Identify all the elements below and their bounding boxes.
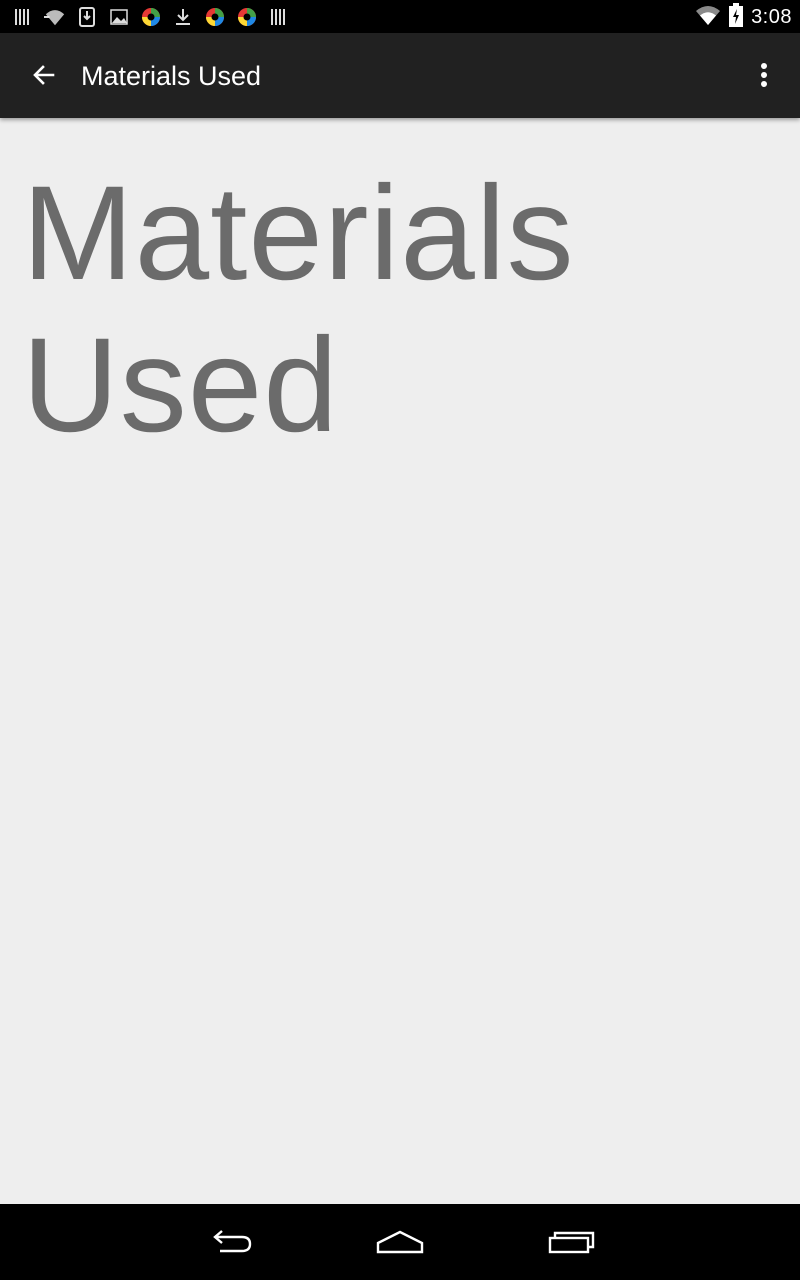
image-icon <box>108 6 130 28</box>
back-button[interactable] <box>22 53 66 97</box>
arrow-back-icon <box>33 65 55 85</box>
nav-home-icon <box>376 1230 424 1254</box>
system-status: 3:08 <box>695 2 792 32</box>
wifi-icon <box>695 4 721 31</box>
overflow-menu-button[interactable] <box>742 53 786 97</box>
nav-back-button[interactable] <box>200 1220 260 1264</box>
system-nav-bar <box>0 1204 800 1280</box>
app-bar-title: Materials Used <box>81 61 262 91</box>
app-screen: 3:08 Materials Used Materials Used <box>0 0 800 1280</box>
wifi-signal-icon <box>44 6 66 28</box>
notification-icons <box>12 5 290 29</box>
nav-recents-icon <box>548 1231 595 1254</box>
more-vert-icon <box>761 63 767 87</box>
content-area: Materials Used <box>0 118 800 1204</box>
battery-charging-icon <box>729 2 744 32</box>
app-bar: Materials Used <box>0 33 800 118</box>
color-wheel-icon <box>204 6 226 28</box>
barcode-icon <box>268 6 290 28</box>
page-heading: Materials Used <box>22 159 575 460</box>
nav-back-icon <box>213 1230 252 1253</box>
color-wheel-icon <box>236 6 258 28</box>
download-box-icon <box>76 6 98 28</box>
status-bar: 3:08 <box>0 0 800 33</box>
color-wheel-icon <box>140 6 162 28</box>
barcode-icon <box>12 6 34 28</box>
download-icon <box>172 6 194 28</box>
nav-home-button[interactable] <box>370 1220 430 1264</box>
status-clock: 3:08 <box>751 5 792 28</box>
nav-recents-button[interactable] <box>541 1220 601 1264</box>
